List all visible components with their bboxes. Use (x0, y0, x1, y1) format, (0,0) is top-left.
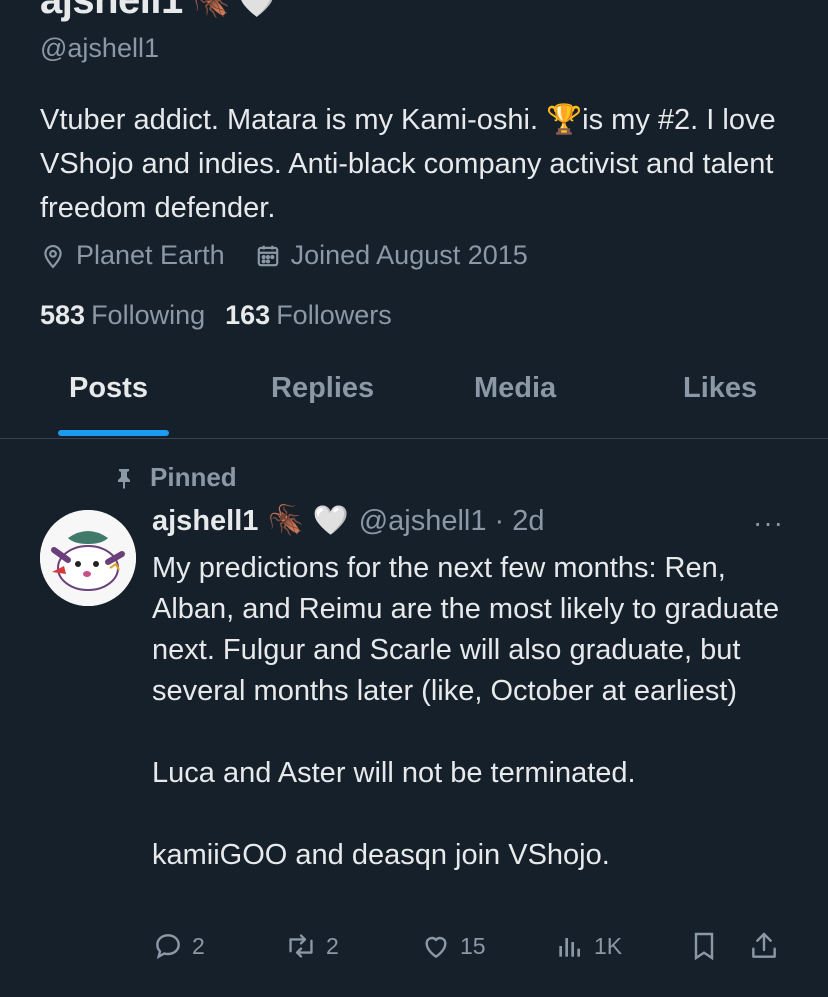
tab-replies[interactable]: Replies (271, 372, 374, 405)
location-pin-icon (40, 243, 66, 269)
following-link[interactable]: 583 Following (40, 300, 205, 331)
profile-joined: Joined August 2015 (255, 240, 528, 271)
tab-likes[interactable]: Likes (683, 372, 757, 405)
like-button[interactable]: 15 (420, 930, 486, 962)
repost-count: 2 (326, 932, 339, 959)
active-tab-indicator (58, 430, 169, 436)
like-count: 15 (460, 932, 486, 959)
post-handle-time: @ajshell1 · 2d (358, 504, 545, 537)
joined-text: Joined August 2015 (290, 240, 528, 270)
reply-icon (152, 930, 184, 962)
reply-button[interactable]: 2 (152, 930, 205, 962)
post-author-name[interactable]: ajshell1 (152, 505, 258, 538)
followers-link[interactable]: 163 Followers (225, 300, 392, 331)
post-header: ajshell1 🪳 🤍 @ajshell1 · 2d (152, 504, 545, 538)
profile-location: Planet Earth (40, 240, 225, 271)
post-text: My predictions for the next few months: … (152, 552, 780, 871)
profile-counts: 583 Following 163 Followers (40, 300, 392, 331)
bookmark-icon (688, 930, 720, 962)
profile-tabs: Posts Replies Media Likes (0, 362, 828, 439)
location-text: Planet Earth (76, 240, 225, 270)
views-count: 1K (594, 932, 623, 959)
name-emojis: 🪳 🤍 (193, 0, 275, 19)
profile-handle: @ajshell1 (40, 33, 159, 63)
repost-icon (284, 930, 318, 962)
more-icon[interactable]: ··· (753, 507, 784, 539)
calendar-icon (255, 243, 281, 269)
profile-bio: Vtuber addict. Matara is my Kami-oshi. 🏆… (40, 104, 776, 224)
share-icon (748, 930, 780, 962)
views-icon (554, 930, 586, 962)
share-button[interactable] (748, 930, 780, 962)
author-emojis: 🪳 🤍 (268, 505, 349, 537)
reply-count: 2 (192, 932, 205, 959)
bookmark-button[interactable] (688, 930, 720, 962)
post-actions: 2 2 15 1K (152, 930, 792, 974)
profile-display-name: ajshell1 🪳 🤍 (40, 0, 275, 23)
profile-meta: Planet Earth Joined August 2015 (40, 240, 528, 271)
tab-media[interactable]: Media (474, 372, 556, 405)
pinned-label: Pinned (112, 462, 237, 493)
author-avatar[interactable] (40, 510, 136, 606)
tab-posts[interactable]: Posts (69, 372, 148, 405)
pin-icon (112, 466, 136, 490)
like-icon (420, 930, 452, 962)
repost-button[interactable]: 2 (284, 930, 339, 962)
views-button[interactable]: 1K (554, 930, 622, 962)
